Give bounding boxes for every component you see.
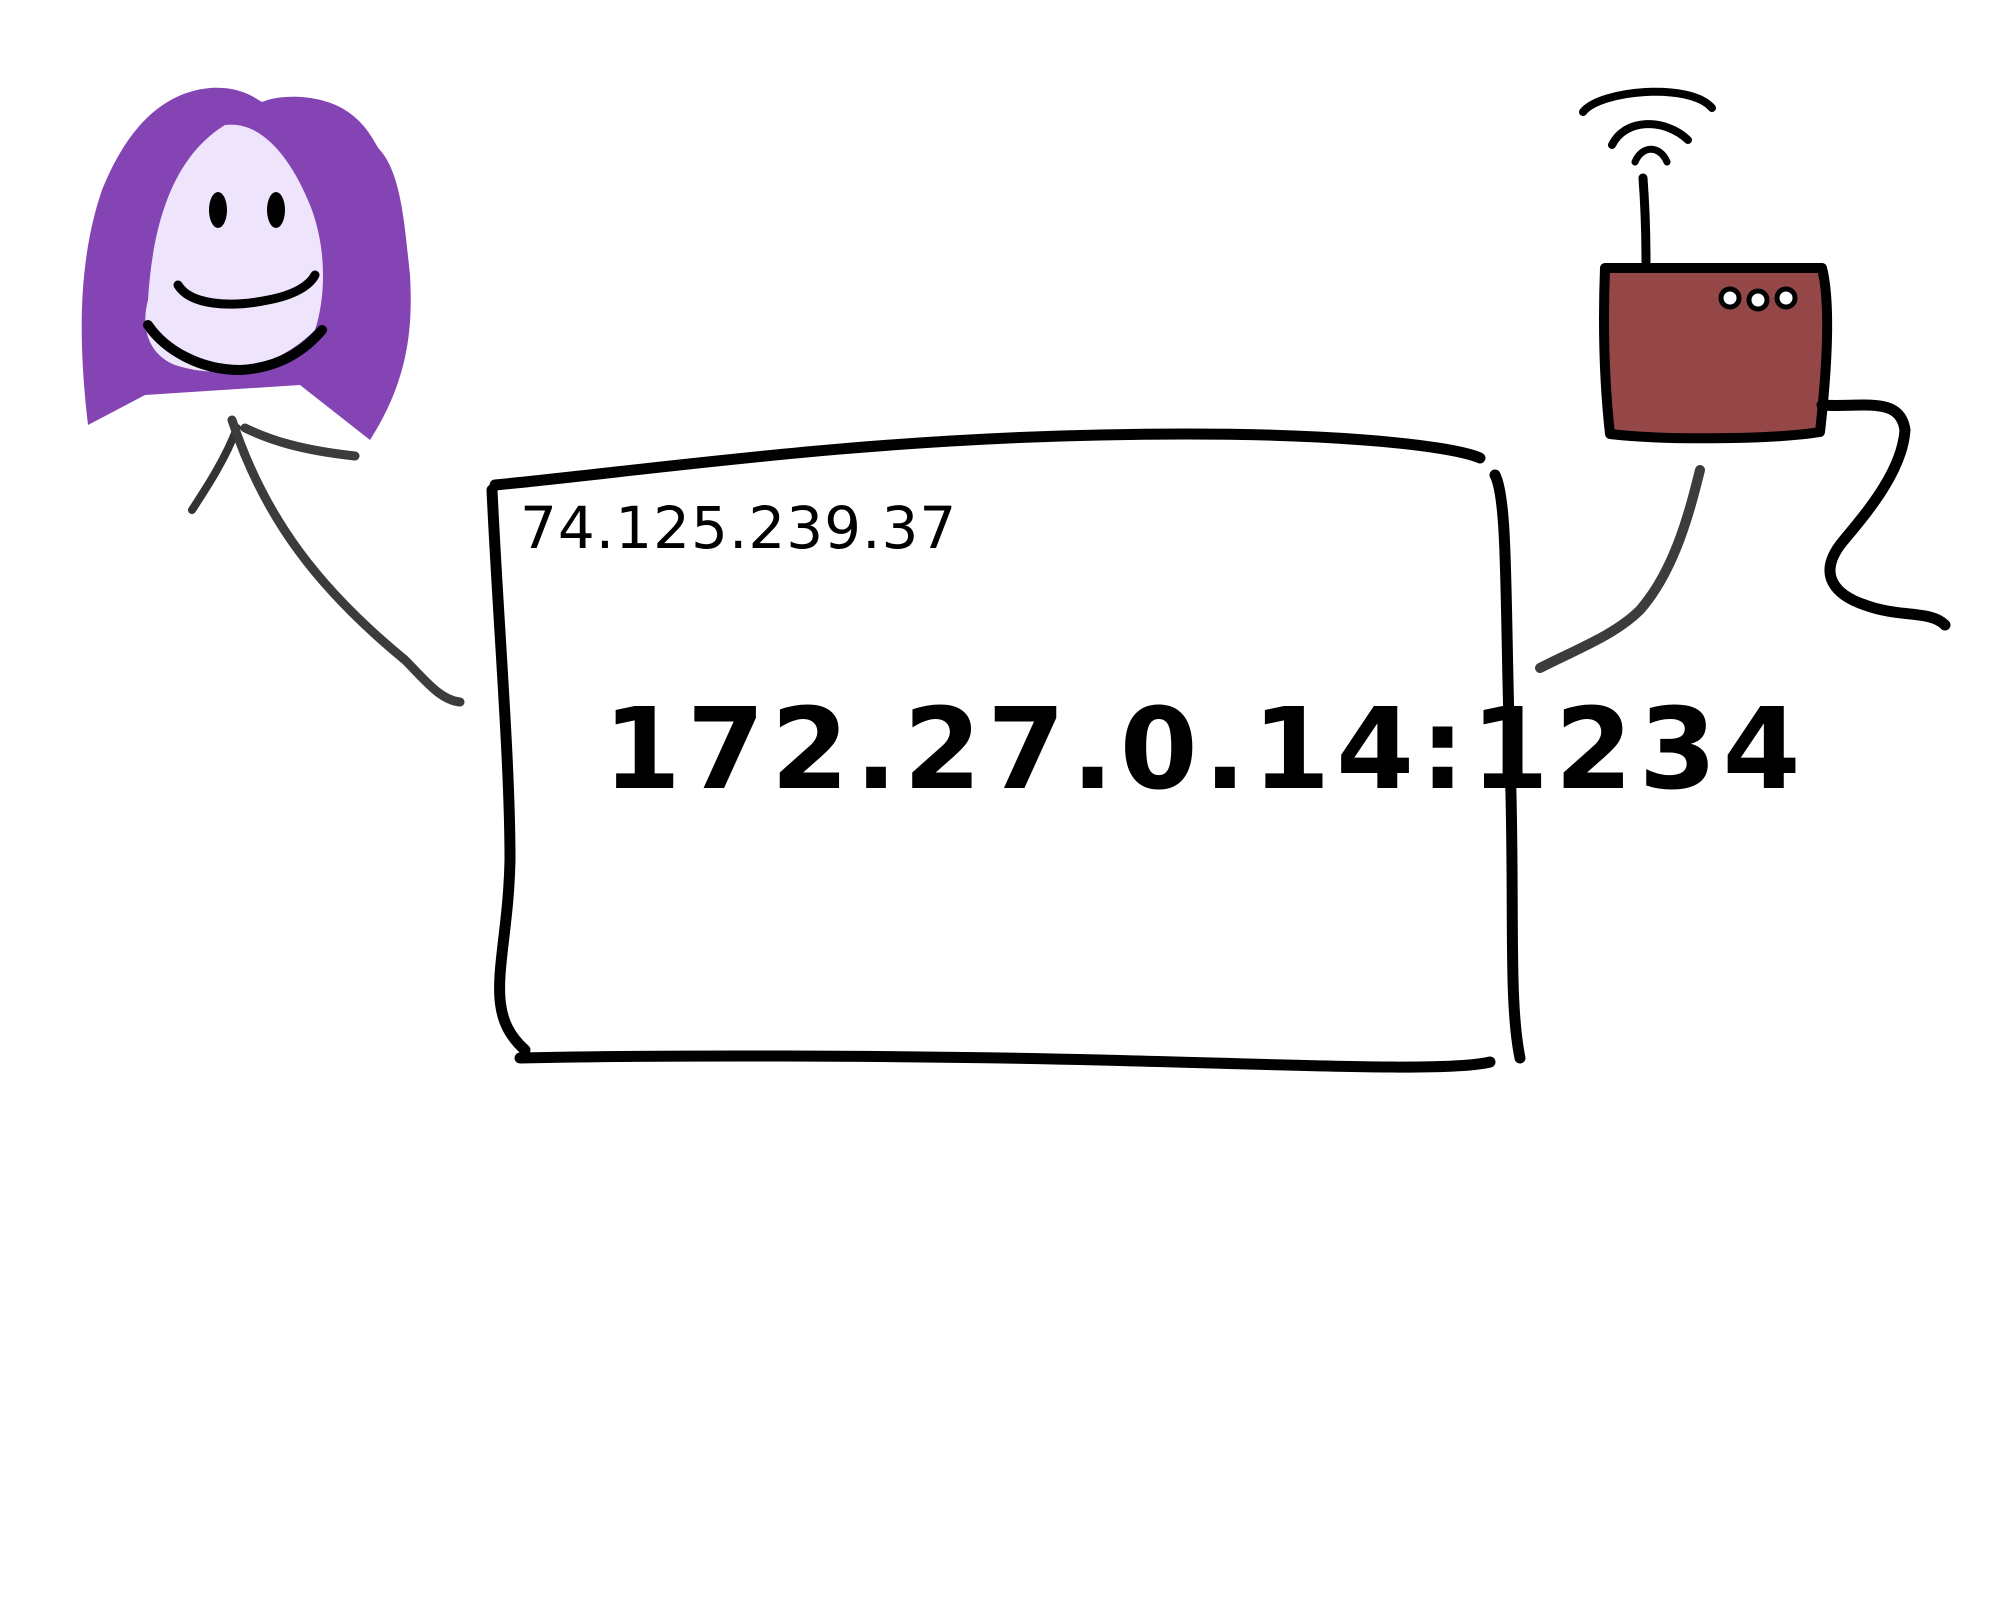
private-address-label: 172.27.0.14:1234 bbox=[603, 685, 1807, 815]
router-light-1 bbox=[1718, 286, 1742, 310]
person-right-eye bbox=[267, 192, 285, 228]
person-left-arm-end bbox=[188, 424, 241, 514]
router-cable bbox=[1816, 399, 1951, 631]
wifi-signal-icon bbox=[1579, 87, 1716, 166]
person-right-arm bbox=[240, 423, 360, 461]
router-icon bbox=[1535, 87, 1951, 673]
wifi-arc-outer bbox=[1579, 87, 1716, 116]
person-left-arm bbox=[227, 415, 465, 707]
wifi-arc-middle bbox=[1608, 120, 1692, 149]
wifi-arc-inner bbox=[1631, 145, 1671, 166]
public-ip-label: 74.125.239.37 bbox=[520, 494, 957, 562]
router-status-lights bbox=[1718, 286, 1798, 312]
packet-box: 74.125.239.37 172.27.0.14:1234 bbox=[486, 428, 1807, 1073]
nat-diagram: 74.125.239.37 172.27.0.14:1234 bbox=[81, 87, 1951, 1073]
router-light-2 bbox=[1746, 288, 1770, 312]
router-hand bbox=[1535, 465, 1705, 673]
person-left-eye bbox=[209, 192, 227, 228]
person-icon bbox=[81, 87, 465, 707]
router-light-3 bbox=[1774, 286, 1798, 310]
router-antenna bbox=[1638, 173, 1651, 267]
